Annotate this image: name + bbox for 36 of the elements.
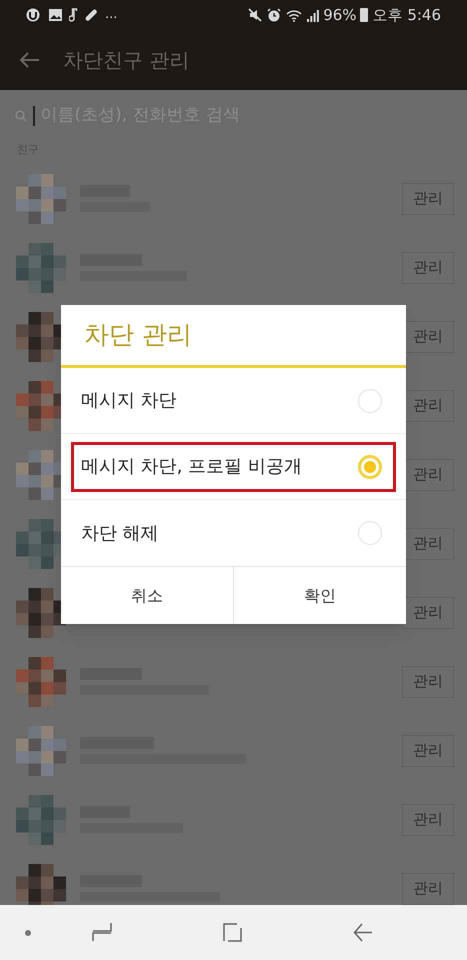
cancel-button[interactable]: 취소	[61, 567, 233, 624]
screen-title: 차단친구 관리	[63, 47, 190, 74]
manage-button[interactable]: 관리	[402, 804, 454, 836]
more-notifications-text: ...	[105, 6, 118, 24]
radio-button[interactable]	[358, 521, 382, 545]
back-arrow-icon[interactable]	[20, 52, 40, 68]
manage-button[interactable]: 관리	[402, 734, 454, 766]
manage-button[interactable]: 관리	[402, 182, 454, 214]
pill-icon	[85, 9, 97, 21]
home-icon[interactable]	[223, 923, 242, 942]
manage-button[interactable]: 관리	[402, 872, 454, 904]
music-note-icon	[69, 8, 78, 22]
radio-button[interactable]	[358, 454, 382, 478]
dot-icon[interactable]	[25, 930, 31, 936]
signal-icon	[307, 8, 320, 22]
image-icon	[49, 9, 62, 21]
manage-button[interactable]: 관리	[402, 596, 454, 628]
battery-icon	[360, 8, 368, 22]
mute-icon	[248, 8, 262, 22]
alarm-icon	[267, 8, 282, 22]
back-icon[interactable]	[353, 923, 373, 942]
option-label: 차단 해제	[81, 522, 159, 546]
option-label: 메시지 차단	[81, 389, 177, 413]
recent-apps-icon[interactable]	[92, 922, 112, 942]
app-icon	[26, 8, 41, 22]
battery-percent-text: 96%	[323, 4, 357, 26]
manage-button[interactable]: 관리	[402, 666, 454, 698]
search-icon	[15, 110, 27, 122]
radio-button[interactable]	[358, 388, 382, 412]
dialog-title: 차단 관리	[61, 305, 406, 368]
manage-button[interactable]: 관리	[402, 252, 454, 284]
confirm-button[interactable]: 확인	[233, 567, 406, 624]
clock-text: 오후 5:46	[372, 4, 441, 26]
option-label: 메시지 차단, 프로필 비공개	[81, 455, 302, 479]
wifi-icon	[286, 8, 302, 22]
text-cursor	[33, 106, 34, 126]
